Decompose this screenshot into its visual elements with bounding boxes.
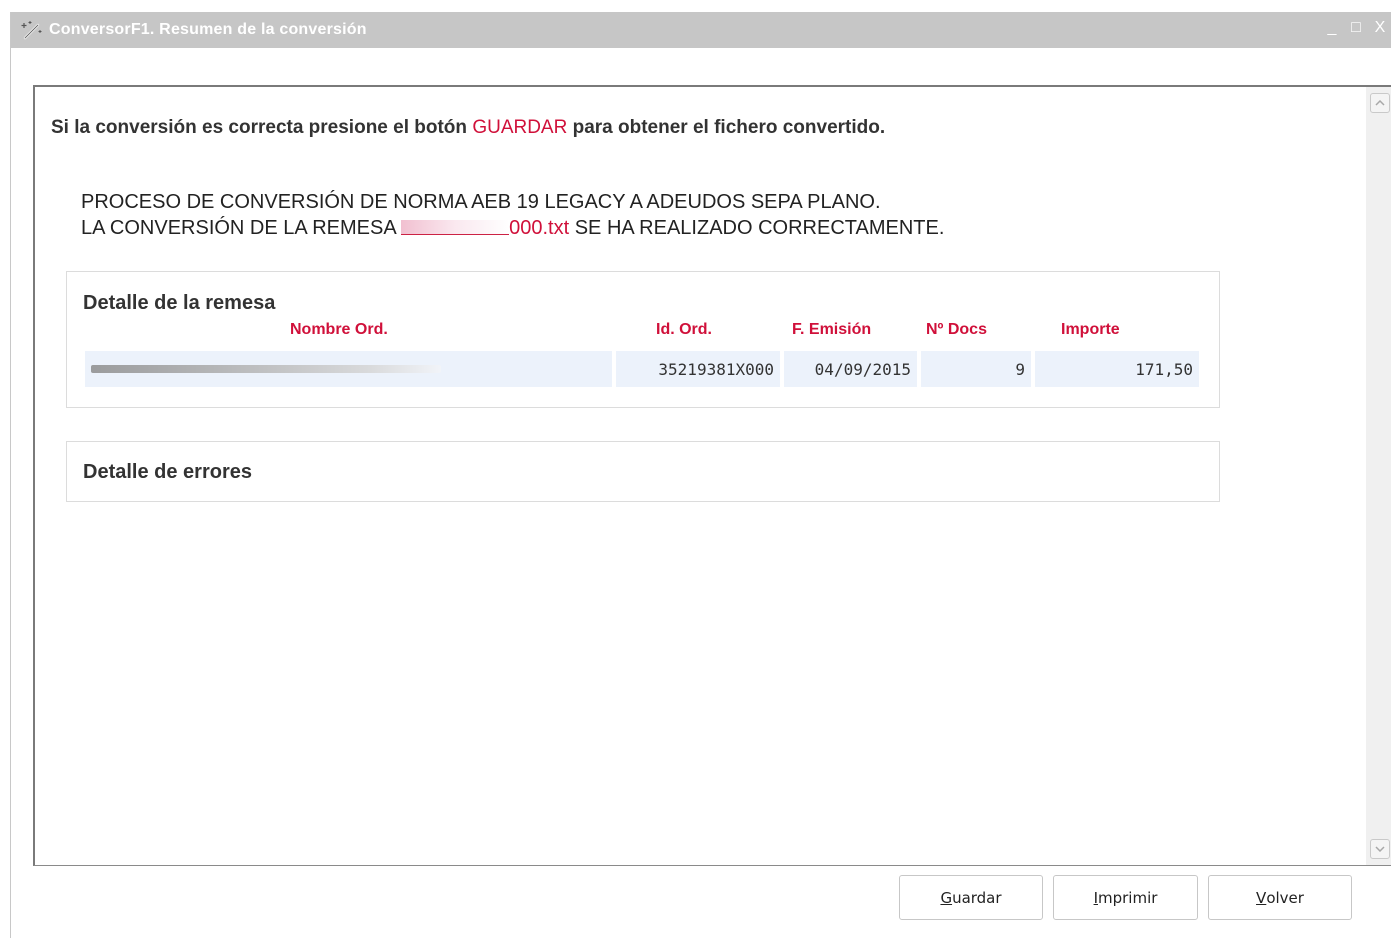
volver-button[interactable]: Volver [1208,875,1352,920]
title-bar: ConversorF1. Resumen de la conversión _ … [11,12,1391,48]
redacted-name-bar [91,365,441,373]
chevron-up-icon [1375,100,1385,106]
instruction-highlight: GUARDAR [472,117,568,138]
process-message: PROCESO DE CONVERSIÓN DE NORMA AEB 19 LE… [81,189,944,241]
process-line-2-prefix: LA CONVERSIÓN DE LA REMESA [81,217,402,239]
instruction-suffix: para obtener el fichero convertido. [567,117,886,138]
maximize-button[interactable]: □ [1350,19,1362,36]
magic-wand-icon [21,21,42,40]
summary-content-area[interactable]: Si la conversión es correcta presione el… [33,85,1391,866]
guardar-mnemonic: G [940,888,953,907]
vertical-scrollbar[interactable] [1366,87,1391,865]
column-header-fecha: F. Emisión [792,321,872,338]
close-button[interactable]: X [1374,19,1386,36]
guardar-label: uardar [952,888,1002,907]
column-header-id: Id. Ord. [656,321,712,338]
instruction-text: Si la conversión es correcta presione el… [51,117,885,139]
cell-importe: 171,50 [1035,351,1199,387]
column-header-importe: Importe [1061,321,1120,338]
imprimir-button[interactable]: Imprimir [1053,875,1198,920]
scroll-up-button[interactable] [1370,93,1390,113]
window-controls: _ □ X [1326,19,1386,36]
remesa-panel-title: Detalle de la remesa [83,292,276,314]
volver-label: olver [1266,888,1304,907]
scroll-down-button[interactable] [1370,839,1390,859]
volver-mnemonic: V [1256,888,1267,907]
conversion-summary-window: ConversorF1. Resumen de la conversión _ … [10,12,1391,938]
window-title: ConversorF1. Resumen de la conversión [49,21,367,38]
process-line-2-suffix: SE HA REALIZADO CORRECTAMENTE. [569,217,945,239]
column-header-docs: Nº Docs [926,321,987,338]
cell-docs: 9 [921,351,1031,387]
imprimir-label: mprimir [1098,888,1158,907]
errores-detail-panel: Detalle de errores [66,441,1220,502]
guardar-button[interactable]: Guardar [899,875,1043,920]
column-header-nombre: Nombre Ord. [290,321,388,338]
instruction-prefix: Si la conversión es correcta presione el… [51,117,473,138]
remesa-detail-panel: Detalle de la remesa Nombre Ord. Id. Ord… [66,271,1220,408]
errores-panel-title: Detalle de errores [83,461,252,483]
process-line-2: LA CONVERSIÓN DE LA REMESA 000.txt SE HA… [81,215,944,241]
cell-fecha: 04/09/2015 [784,351,917,387]
redacted-filename [401,220,510,235]
chevron-down-icon [1375,846,1385,852]
cell-id: 35219381X000 [616,351,780,387]
filename-suffix: 000.txt [509,217,570,239]
minimize-button[interactable]: _ [1326,19,1338,36]
cell-nombre-redacted [85,351,612,387]
process-line-1: PROCESO DE CONVERSIÓN DE NORMA AEB 19 LE… [81,191,881,213]
